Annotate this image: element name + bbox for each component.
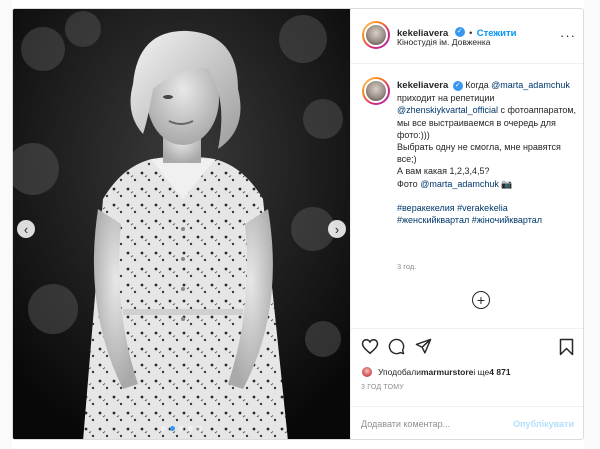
share-icon[interactable]	[415, 338, 432, 355]
mention-link[interactable]: @zhenskiykvartal_official	[397, 105, 498, 115]
author-avatar[interactable]	[362, 21, 390, 49]
plus-circle-icon[interactable]: +	[472, 291, 490, 309]
carousel-dot	[197, 426, 202, 431]
action-bar	[351, 328, 583, 365]
mention-link[interactable]: @marta_adamchuk	[491, 80, 570, 90]
avatar-image	[364, 79, 388, 103]
hashtag-link[interactable]: #verakekelia	[457, 203, 508, 213]
publish-button[interactable]: Опублікувати	[513, 419, 574, 429]
comment-input[interactable]: Додавати коментар...	[361, 419, 450, 429]
carousel-prev-button[interactable]: ‹	[17, 220, 35, 238]
comment-icon[interactable]	[388, 338, 405, 355]
add-comment-bar: Додавати коментар... Опублікувати	[351, 406, 583, 439]
carousel-dot	[188, 426, 193, 431]
bookmark-icon[interactable]	[559, 338, 574, 356]
comments-section: kekeliavera ✓ Когда @marta_adamchuk прих…	[351, 65, 583, 328]
caption-fragment: Фото	[397, 178, 421, 189]
verified-icon: ✓	[452, 80, 463, 91]
instagram-post-page: ‹ › kekeliavera ✓ • Стежити Кіностудія і…	[0, 0, 600, 449]
liker-username[interactable]: marmurstore	[421, 367, 473, 377]
liker-avatar	[361, 366, 373, 378]
likes-middle: і ще	[473, 367, 490, 377]
post-sidebar: kekeliavera ✓ • Стежити Кіностудія ім. Д…	[350, 9, 583, 439]
likes-summary[interactable]: Уподобали marmurstore і ще 4 871	[361, 365, 511, 379]
caption-line: А вам какая 1,2,3,4,5?	[397, 166, 490, 177]
carousel-dot	[161, 426, 166, 431]
chevron-right-icon: ›	[334, 221, 340, 237]
caption-text: kekeliavera ✓ Когда @marta_adamchuk прих…	[397, 79, 577, 226]
post-card: ‹ › kekeliavera ✓ • Стежити Кіностудія і…	[12, 8, 584, 440]
carousel-dot-active	[170, 426, 175, 431]
photo-image	[13, 9, 350, 439]
carousel-next-button[interactable]: ›	[328, 220, 346, 238]
caption-author-avatar[interactable]	[362, 77, 390, 105]
post-timestamp: 3 ГОД ТОМУ	[361, 384, 404, 391]
page-background-right	[584, 0, 600, 449]
caption-fragment: Когда	[462, 80, 492, 90]
post-photo[interactable]: ‹ ›	[13, 9, 350, 439]
hashtag-link[interactable]: #женскийквартал	[397, 215, 469, 225]
more-options-icon[interactable]: ···	[560, 28, 576, 43]
caption-fragment: приходит на репетиции	[397, 93, 495, 104]
camera-emoji: 📷	[498, 178, 513, 189]
caption-author-username[interactable]: kekeliavera	[397, 80, 448, 91]
avatar-image	[364, 23, 388, 47]
chevron-left-icon: ‹	[23, 221, 29, 237]
carousel-dot	[179, 426, 184, 431]
carousel-indicator	[13, 426, 350, 431]
likes-count[interactable]: 4 871	[489, 367, 510, 377]
mention-link[interactable]: @marta_adamchuk	[420, 179, 499, 189]
page-background-left	[0, 0, 12, 449]
verified-icon: ✓	[454, 26, 465, 37]
post-header: kekeliavera ✓ • Стежити Кіностудія ім. Д…	[351, 9, 583, 64]
heart-icon[interactable]	[361, 338, 379, 355]
hashtag-link[interactable]: #жіночийквартал	[472, 215, 542, 225]
likes-prefix: Уподобали	[378, 367, 421, 377]
caption-line: Выбрать одну не смогла, мне нравятся все…	[397, 142, 561, 165]
caption-timestamp: 3 год.	[397, 262, 417, 271]
hashtag-link[interactable]: #веракекелия	[397, 203, 455, 213]
post-location[interactable]: Кіностудія ім. Довженка	[397, 37, 490, 47]
